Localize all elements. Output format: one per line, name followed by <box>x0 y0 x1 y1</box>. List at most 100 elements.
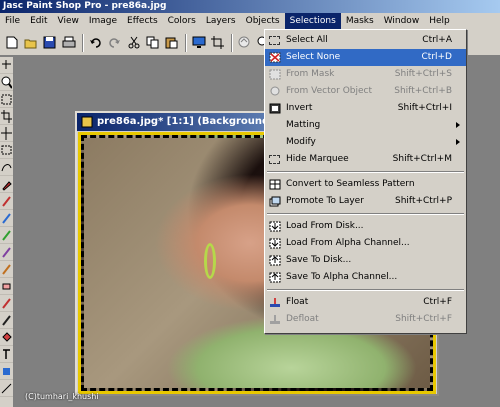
float-icon <box>268 296 281 309</box>
retouch-tool-icon[interactable] <box>0 244 13 261</box>
menu-item-promote-to-layer[interactable]: Promote To Layer Shift+Ctrl+P <box>265 193 466 210</box>
select-all-label: Select All <box>286 35 328 45</box>
dropper-tool-icon[interactable] <box>0 176 13 193</box>
draw-tool-icon[interactable] <box>0 380 13 397</box>
invert-icon <box>268 102 281 115</box>
select-all-shortcut: Ctrl+A <box>422 35 452 45</box>
menu-file[interactable]: File <box>0 13 25 30</box>
paint-shop-pro-window: Jasc Paint Shop Pro - pre86a.jpg File Ed… <box>0 0 500 407</box>
menu-help[interactable]: Help <box>424 13 455 30</box>
menu-item-select-none[interactable]: Select None Ctrl+D <box>265 49 466 66</box>
flood-fill-icon[interactable] <box>0 329 13 346</box>
menu-item-float[interactable]: Float Ctrl+F <box>265 294 466 311</box>
menu-view[interactable]: View <box>53 13 84 30</box>
menu-separator <box>267 213 464 215</box>
convert-seamless-label: Convert to Seamless Pattern <box>286 179 415 189</box>
menu-item-from-vector-object[interactable]: From Vector Object Shift+Ctrl+B <box>265 83 466 100</box>
document-icon <box>81 116 93 128</box>
menu-item-load-from-alpha[interactable]: Load From Alpha Channel... <box>265 235 466 252</box>
save-alpha-icon <box>268 271 281 284</box>
menu-item-defloat[interactable]: Defloat Shift+Ctrl+F <box>265 311 466 328</box>
float-shortcut: Ctrl+F <box>423 297 452 307</box>
tools-palette <box>0 57 14 407</box>
save-to-alpha-label: Save To Alpha Channel... <box>286 272 398 282</box>
hide-marquee-icon <box>268 153 281 166</box>
preset-shape-icon[interactable] <box>0 363 13 380</box>
scratch-remover-icon[interactable] <box>0 261 13 278</box>
menu-masks[interactable]: Masks <box>341 13 379 30</box>
menu-item-save-to-disk[interactable]: Save To Disk... <box>265 252 466 269</box>
crop-icon[interactable] <box>209 34 226 51</box>
defloat-label: Defloat <box>286 314 319 324</box>
eraser-tool-icon[interactable] <box>0 278 13 295</box>
open-folder-icon[interactable] <box>22 34 39 51</box>
menu-item-modify[interactable]: Modify <box>265 134 466 151</box>
freehand-select-icon[interactable] <box>0 159 13 176</box>
load-from-disk-label: Load From Disk... <box>286 221 364 231</box>
invert-label: Invert <box>286 103 313 113</box>
menu-window[interactable]: Window <box>379 13 425 30</box>
earring-hoop <box>204 243 216 279</box>
menu-edit[interactable]: Edit <box>25 13 52 30</box>
menu-item-select-all[interactable]: Select All Ctrl+A <box>265 32 466 49</box>
load-disk-icon <box>268 220 281 233</box>
clone-brush-icon[interactable] <box>0 210 13 227</box>
float-label: Float <box>286 297 309 307</box>
menu-image[interactable]: Image <box>84 13 122 30</box>
text-tool-icon[interactable] <box>0 346 13 363</box>
crop-tool-icon[interactable] <box>0 108 13 125</box>
submenu-arrow-icon <box>456 122 460 128</box>
menu-item-invert[interactable]: Invert Shift+Ctrl+I <box>265 100 466 117</box>
menu-item-convert-seamless-pattern[interactable]: Convert to Seamless Pattern <box>265 176 466 193</box>
from-mask-shortcut: Shift+Ctrl+S <box>394 69 452 79</box>
select-none-shortcut: Ctrl+D <box>421 52 453 62</box>
from-vector-object-label: From Vector Object <box>286 86 373 96</box>
promote-to-layer-shortcut: Shift+Ctrl+P <box>395 196 452 206</box>
zoom-tool-icon[interactable] <box>0 74 13 91</box>
undo-icon[interactable] <box>87 34 104 51</box>
cut-icon[interactable] <box>125 34 142 51</box>
menu-item-matting[interactable]: Matting <box>265 117 466 134</box>
paste-icon[interactable] <box>163 34 180 51</box>
menu-item-from-mask[interactable]: From Mask Shift+Ctrl+S <box>265 66 466 83</box>
deform-tool-icon[interactable] <box>0 91 13 108</box>
copy-icon[interactable] <box>144 34 161 51</box>
menu-item-save-to-alpha[interactable]: Save To Alpha Channel... <box>265 269 466 286</box>
pan-tool-icon[interactable] <box>0 57 13 74</box>
picture-tube-icon[interactable] <box>0 295 13 312</box>
from-mask-label: From Mask <box>286 69 335 79</box>
browse-icon[interactable] <box>236 34 253 51</box>
from-mask-icon <box>268 68 281 81</box>
hide-marquee-label: Hide Marquee <box>286 154 349 164</box>
document-title: pre86a.jpg* [1:1] (Background) <box>97 116 274 127</box>
menu-objects[interactable]: Objects <box>241 13 285 30</box>
selection-tool-icon[interactable] <box>0 142 13 159</box>
menu-layers[interactable]: Layers <box>201 13 241 30</box>
load-alpha-icon <box>268 237 281 250</box>
menu-effects[interactable]: Effects <box>122 13 163 30</box>
select-none-label: Select None <box>286 52 341 62</box>
app-title-bar: Jasc Paint Shop Pro - pre86a.jpg <box>0 0 500 13</box>
redo-icon[interactable] <box>106 34 123 51</box>
airbrush-icon[interactable] <box>0 312 13 329</box>
watermark-text: (C)tumhari_khushi <box>25 392 99 401</box>
paint-brush-icon[interactable] <box>0 193 13 210</box>
menu-selections[interactable]: Selections <box>284 13 341 30</box>
hide-marquee-shortcut: Shift+Ctrl+M <box>392 154 452 164</box>
new-file-icon[interactable] <box>3 34 20 51</box>
monitor-icon[interactable] <box>190 34 207 51</box>
menu-bar: File Edit View Image Effects Colors Laye… <box>0 13 500 30</box>
toolbar-separator <box>231 33 233 52</box>
menu-colors[interactable]: Colors <box>163 13 201 30</box>
move-tool-icon[interactable] <box>0 125 13 142</box>
save-disk-icon[interactable] <box>41 34 58 51</box>
load-from-alpha-label: Load From Alpha Channel... <box>286 238 410 248</box>
menu-separator <box>267 171 464 173</box>
menu-item-load-from-disk[interactable]: Load From Disk... <box>265 218 466 235</box>
modify-label: Modify <box>286 137 316 147</box>
promote-layer-icon <box>268 195 281 208</box>
menu-item-hide-marquee[interactable]: Hide Marquee Shift+Ctrl+M <box>265 151 466 168</box>
app-title: Jasc Paint Shop Pro - pre86a.jpg <box>3 1 167 11</box>
color-replacer-icon[interactable] <box>0 227 13 244</box>
print-icon[interactable] <box>60 34 77 51</box>
